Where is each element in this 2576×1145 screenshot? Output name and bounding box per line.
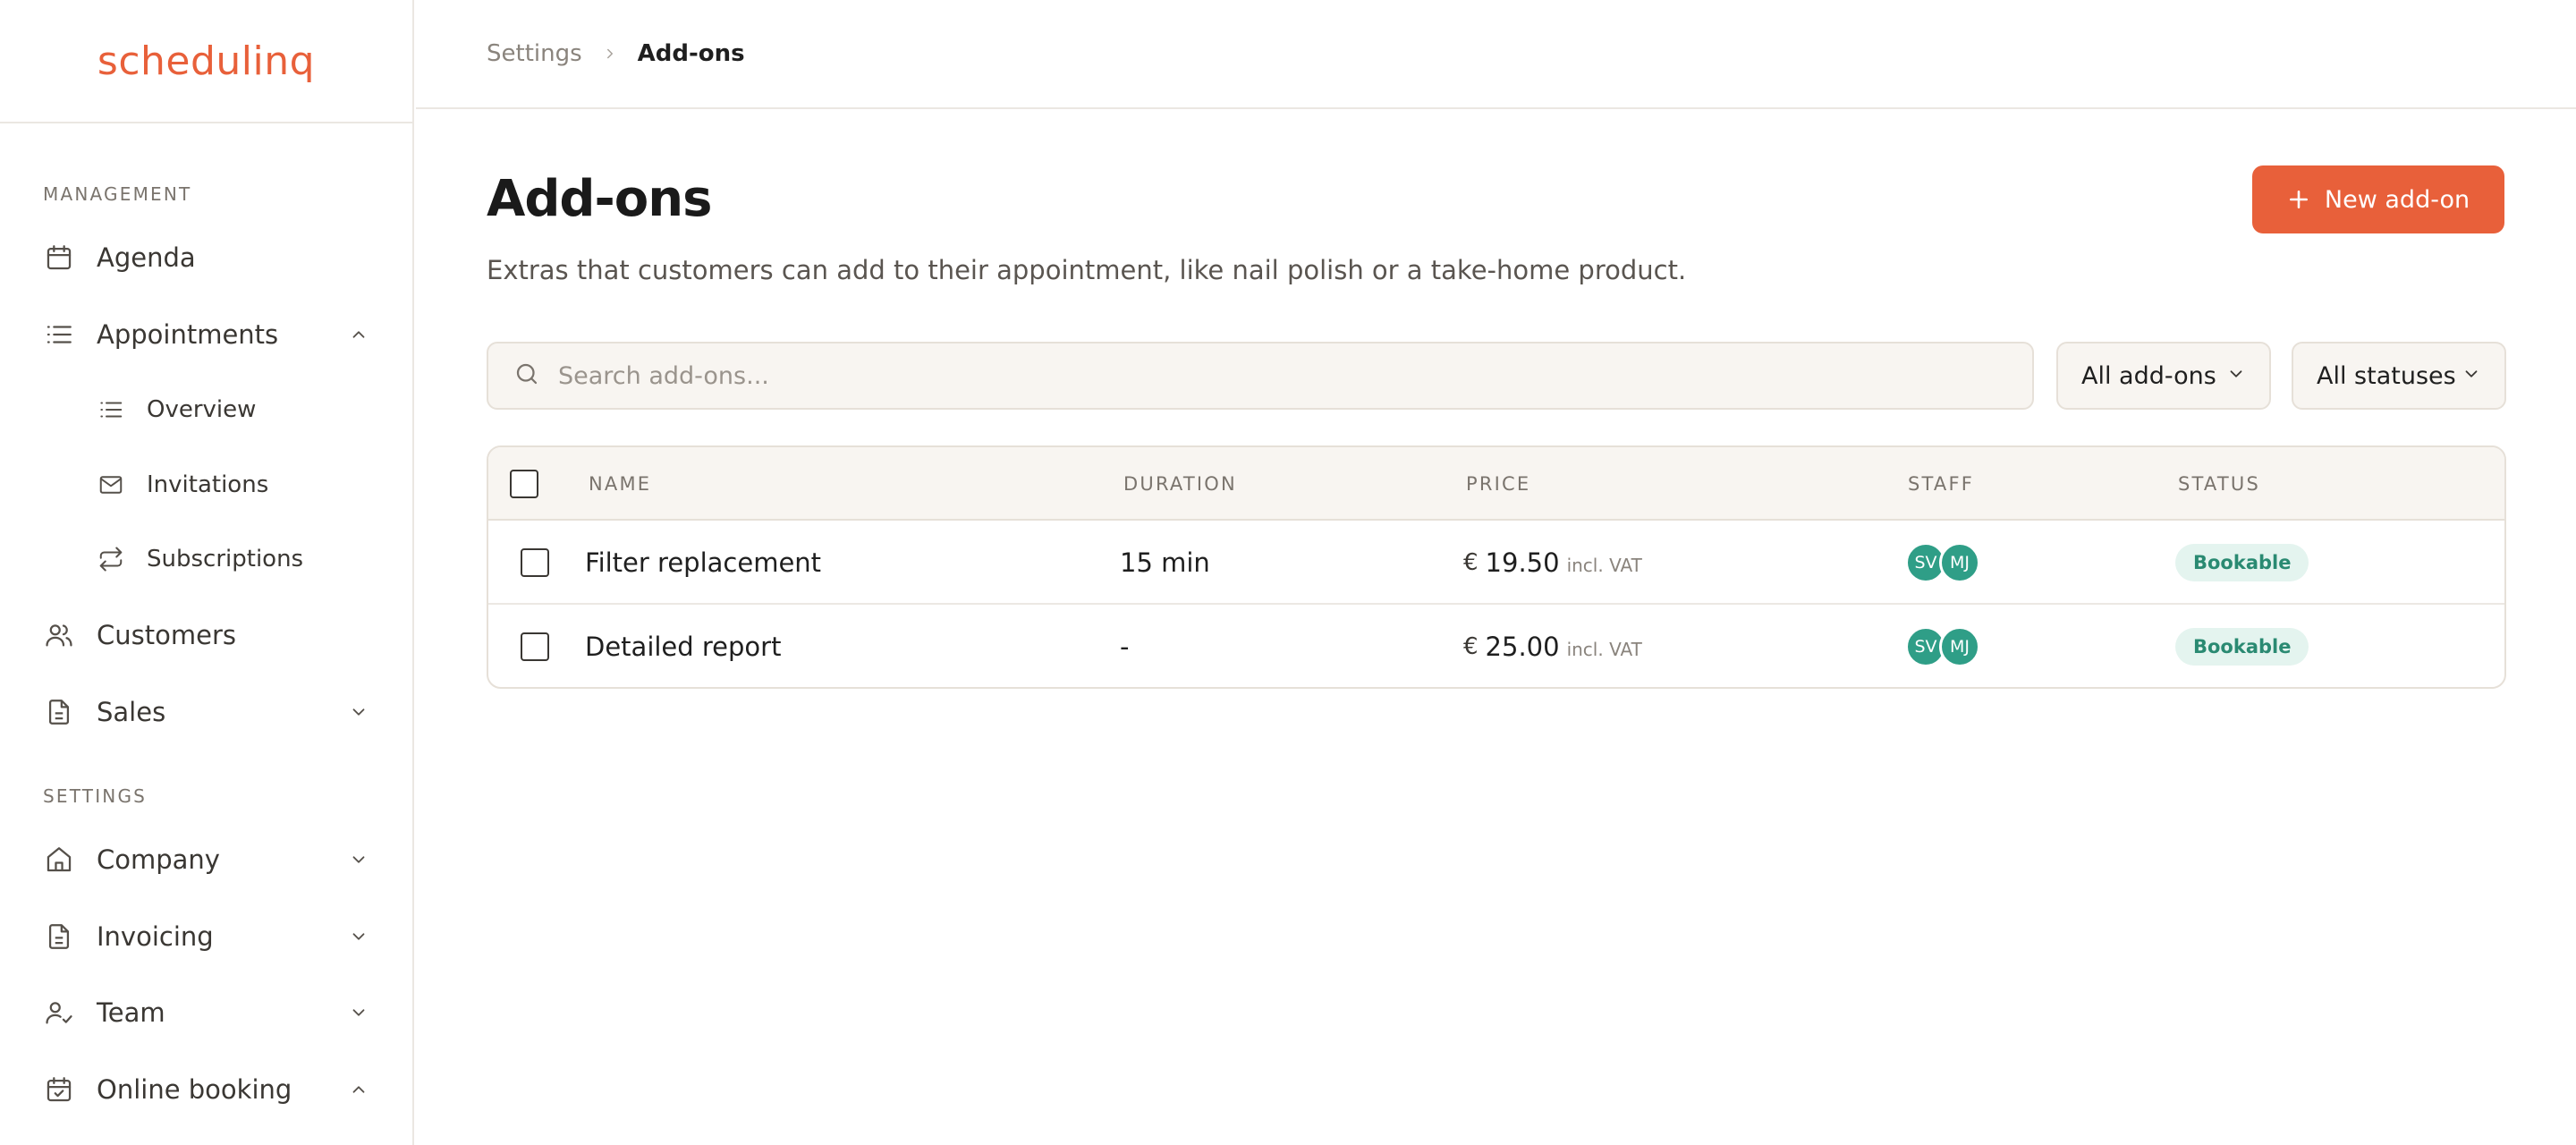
row-price: € 25.00 incl. VAT — [1463, 605, 1642, 687]
sidebar-item-label: Company — [97, 844, 220, 875]
table-row[interactable]: Filter replacement 15 min € 19.50 incl. … — [488, 521, 2504, 605]
sidebar-item-label: Invoicing — [97, 921, 214, 952]
table-row[interactable]: Detailed report - € 25.00 incl. VAT SV M… — [488, 605, 2504, 687]
logo[interactable]: schedulinq — [97, 38, 315, 84]
avatar[interactable]: MJ — [1939, 626, 1980, 667]
sidebar-subitem-overview[interactable]: Overview — [97, 386, 369, 433]
chevron-down-icon — [2462, 362, 2481, 390]
logo-area: schedulinq — [0, 0, 412, 123]
main-content: Settings Add-ons Add-ons Extras that cus… — [416, 0, 2576, 1145]
sidebar-item-label: Sales — [97, 697, 166, 727]
sidebar-item-sales[interactable]: Sales — [43, 687, 369, 737]
home-icon — [43, 844, 75, 876]
row-checkbox[interactable] — [521, 632, 549, 661]
type-filter-value: All add-ons — [2081, 361, 2216, 390]
add-ons-table: NAME DURATION PRICE STAFF STATUS Filter … — [487, 445, 2506, 689]
sidebar: schedulinq MANAGEMENT Agenda Appointment… — [0, 0, 414, 1145]
status-filter-select[interactable]: All statuses — [2292, 342, 2506, 410]
type-filter-select[interactable]: All add-ons — [2056, 342, 2271, 410]
chevron-down-icon[interactable] — [348, 926, 369, 947]
sidebar-item-label: Appointments — [97, 319, 279, 350]
sidebar-item-online-booking[interactable]: Online booking — [43, 1064, 369, 1115]
mail-icon — [97, 471, 125, 499]
row-checkbox[interactable] — [521, 548, 549, 577]
sidebar-item-label: Subscriptions — [147, 546, 304, 572]
breadcrumb-current: Add-ons — [637, 40, 745, 67]
row-status: Bookable — [2175, 605, 2309, 687]
document-icon — [43, 920, 75, 953]
sidebar-item-invoicing[interactable]: Invoicing — [43, 912, 369, 962]
row-duration: 15 min — [1120, 547, 1210, 578]
breadcrumb-settings-link[interactable]: Settings — [487, 40, 582, 67]
chevron-up-icon[interactable] — [348, 324, 369, 345]
sidebar-item-team[interactable]: Team — [43, 988, 369, 1038]
sidebar-item-label: Overview — [147, 396, 257, 423]
select-all-cell — [510, 447, 538, 521]
table-header: NAME DURATION PRICE STAFF STATUS — [488, 447, 2504, 521]
list-icon — [97, 395, 125, 424]
column-header-name[interactable]: NAME — [589, 447, 651, 521]
price-amount: 19.50 — [1485, 547, 1560, 578]
sidebar-item-label: Customers — [97, 620, 236, 650]
search-icon — [513, 360, 540, 391]
users-icon — [43, 619, 75, 651]
plus-icon — [2287, 188, 2310, 211]
calendar-check-icon — [43, 1073, 75, 1106]
row-staff: SV MJ — [1905, 605, 1980, 687]
row-name[interactable]: Filter replacement — [585, 521, 821, 605]
chevron-down-icon — [2226, 362, 2246, 390]
document-icon — [43, 696, 75, 728]
list-icon — [43, 318, 75, 351]
page-subtitle: Extras that customers can add to their a… — [487, 255, 1687, 285]
sidebar-item-customers[interactable]: Customers — [43, 610, 369, 660]
search-input[interactable] — [558, 361, 1989, 390]
section-label-management: MANAGEMENT — [43, 183, 192, 205]
status-badge: Bookable — [2175, 628, 2309, 666]
chevron-up-icon[interactable] — [348, 1079, 369, 1100]
chevron-down-icon[interactable] — [348, 1002, 369, 1023]
sidebar-item-company[interactable]: Company — [43, 835, 369, 885]
sidebar-item-agenda[interactable]: Agenda — [43, 233, 369, 283]
column-header-price[interactable]: PRICE — [1466, 447, 1530, 521]
chevron-down-icon[interactable] — [348, 849, 369, 870]
chevron-right-icon — [602, 46, 618, 62]
status-filter-value: All statuses — [2317, 361, 2456, 390]
calendar-icon — [43, 242, 75, 274]
section-label-settings: SETTINGS — [43, 785, 148, 807]
price-vat-note: incl. VAT — [1566, 639, 1642, 660]
price-currency: € — [1463, 549, 1479, 576]
column-header-duration[interactable]: DURATION — [1123, 447, 1237, 521]
price-currency: € — [1463, 633, 1479, 660]
sidebar-subitem-subscriptions[interactable]: Subscriptions — [97, 536, 369, 582]
sidebar-item-label: Online booking — [97, 1074, 292, 1105]
search-box — [487, 342, 2034, 410]
breadcrumb: Settings Add-ons — [416, 0, 2576, 109]
new-add-on-label: New add-on — [2324, 185, 2470, 214]
row-name[interactable]: Detailed report — [585, 605, 781, 687]
select-all-checkbox[interactable] — [510, 470, 538, 498]
row-price: € 19.50 incl. VAT — [1463, 521, 1642, 605]
avatar[interactable]: MJ — [1939, 542, 1980, 583]
row-staff: SV MJ — [1905, 521, 1980, 605]
sidebar-item-appointments[interactable]: Appointments — [43, 310, 369, 360]
column-header-status[interactable]: STATUS — [2178, 447, 2260, 521]
sidebar-item-label: Agenda — [97, 242, 196, 273]
sidebar-item-label: Team — [97, 997, 165, 1028]
sidebar-subitem-invitations[interactable]: Invitations — [97, 462, 369, 508]
repeat-icon — [97, 545, 125, 573]
column-header-staff: STAFF — [1908, 473, 1975, 495]
user-check-icon — [43, 997, 75, 1029]
price-vat-note: incl. VAT — [1566, 555, 1642, 576]
page-title: Add-ons — [487, 170, 712, 228]
new-add-on-button[interactable]: New add-on — [2252, 165, 2504, 233]
row-duration: - — [1120, 632, 1130, 662]
sidebar-item-label: Invitations — [147, 471, 269, 498]
chevron-down-icon[interactable] — [348, 701, 369, 723]
price-amount: 25.00 — [1485, 632, 1560, 662]
status-badge: Bookable — [2175, 544, 2309, 581]
row-status: Bookable — [2175, 521, 2309, 605]
